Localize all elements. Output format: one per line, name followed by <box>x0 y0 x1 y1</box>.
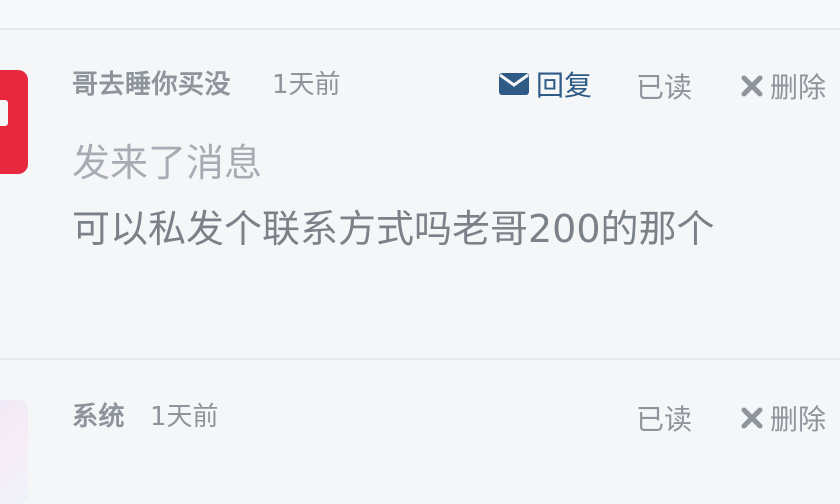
avatar[interactable] <box>0 70 28 174</box>
delete-label: 删除 <box>770 403 827 436</box>
read-label: 已读 <box>636 71 693 104</box>
mark-read-button[interactable]: 已读 <box>636 398 692 438</box>
mark-read-button[interactable]: 已读 <box>636 66 692 106</box>
delete-label: 删除 <box>770 71 827 104</box>
message-subject: 发来了消息 <box>72 141 263 185</box>
reply-label: 回复 <box>536 69 593 102</box>
delete-button[interactable]: 删除 <box>740 66 826 106</box>
sender-name[interactable]: 哥去睡你买没 <box>72 64 231 101</box>
sender-name[interactable]: 系统 <box>72 396 125 433</box>
avatar[interactable] <box>0 400 28 504</box>
close-x-icon <box>740 406 764 430</box>
message-item: 哥去睡你买没 1天前 回复 已读 删除 发来了消息 可以私发个联系方式吗老哥20… <box>0 30 840 358</box>
timestamp: 1天前 <box>272 70 341 100</box>
envelope-icon <box>498 72 530 96</box>
reply-button[interactable]: 回复 <box>498 64 592 104</box>
previous-item-area <box>0 0 840 28</box>
delete-button[interactable]: 删除 <box>740 398 826 438</box>
message-body: 可以私发个联系方式吗老哥200的那个 <box>72 207 715 251</box>
message-item: 系统 1天前 已读 删除 <box>0 360 840 504</box>
close-x-icon <box>740 74 764 98</box>
read-label: 已读 <box>636 403 693 436</box>
timestamp: 1天前 <box>150 402 219 432</box>
